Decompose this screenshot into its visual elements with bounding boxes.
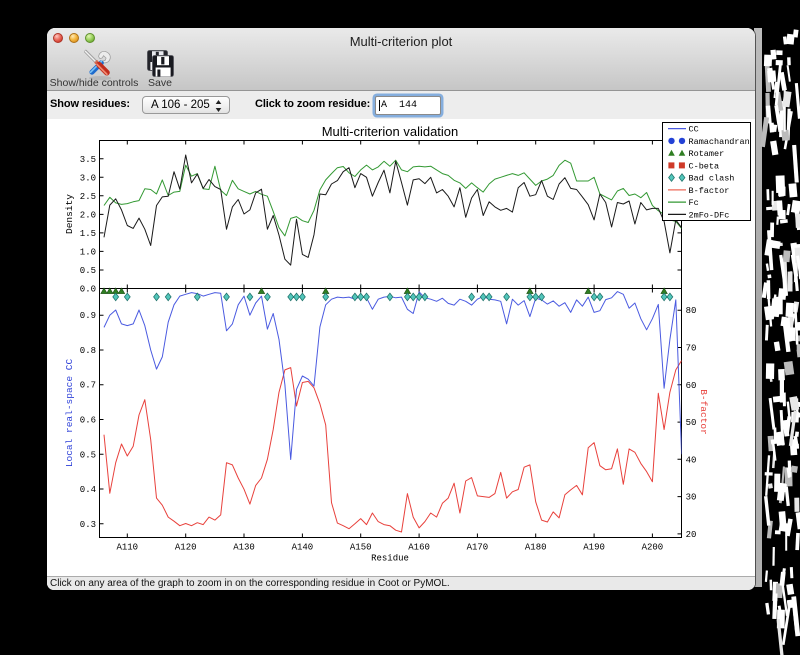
svg-text:1.5: 1.5 — [80, 229, 96, 239]
svg-text:Local real-space CC: Local real-space CC — [64, 359, 75, 468]
svg-text:30: 30 — [686, 493, 697, 503]
svg-text:2.5: 2.5 — [80, 192, 96, 202]
svg-text:0.4: 0.4 — [80, 485, 96, 495]
svg-text:50: 50 — [686, 418, 697, 428]
svg-text:3.5: 3.5 — [80, 155, 96, 165]
svg-text:A190: A190 — [583, 543, 605, 553]
svg-text:70: 70 — [686, 344, 697, 354]
svg-text:0.6: 0.6 — [80, 416, 96, 426]
svg-text:Residue: Residue — [371, 554, 409, 564]
svg-text:Fc: Fc — [689, 198, 699, 208]
svg-text:Multi-criterion validation: Multi-criterion validation — [322, 124, 459, 139]
svg-text:CC: CC — [689, 125, 699, 135]
svg-text:A160: A160 — [408, 543, 430, 553]
svg-text:2.0: 2.0 — [80, 210, 96, 220]
svg-text:A110: A110 — [116, 543, 138, 553]
svg-text:0.9: 0.9 — [80, 311, 96, 321]
svg-text:B-factor: B-factor — [689, 186, 730, 196]
svg-text:0.5: 0.5 — [80, 450, 96, 460]
svg-text:Rotamer: Rotamer — [689, 149, 725, 159]
svg-text:3.0: 3.0 — [80, 173, 96, 183]
svg-text:0.0: 0.0 — [80, 285, 96, 295]
svg-text:A180: A180 — [525, 543, 547, 553]
svg-text:80: 80 — [686, 306, 697, 316]
svg-text:A200: A200 — [642, 543, 664, 553]
svg-text:0.8: 0.8 — [80, 346, 96, 356]
svg-text:A170: A170 — [467, 543, 489, 553]
svg-text:A140: A140 — [292, 543, 314, 553]
svg-text:Ramachandran: Ramachandran — [689, 137, 750, 147]
svg-text:20: 20 — [686, 530, 697, 540]
svg-text:Density: Density — [64, 194, 75, 234]
svg-text:A150: A150 — [350, 543, 372, 553]
svg-text:0.3: 0.3 — [80, 520, 96, 530]
svg-text:0.5: 0.5 — [80, 266, 96, 276]
svg-text:C-beta: C-beta — [689, 161, 720, 171]
svg-text:B-factor: B-factor — [698, 389, 709, 435]
svg-text:40: 40 — [686, 455, 697, 465]
svg-text:Bad clash: Bad clash — [689, 174, 735, 184]
svg-text:60: 60 — [686, 381, 697, 391]
svg-text:A120: A120 — [175, 543, 197, 553]
svg-text:0.7: 0.7 — [80, 381, 96, 391]
svg-text:2mFo-DFc: 2mFo-DFc — [689, 210, 730, 220]
svg-text:1.0: 1.0 — [80, 247, 96, 257]
svg-text:A130: A130 — [233, 543, 255, 553]
